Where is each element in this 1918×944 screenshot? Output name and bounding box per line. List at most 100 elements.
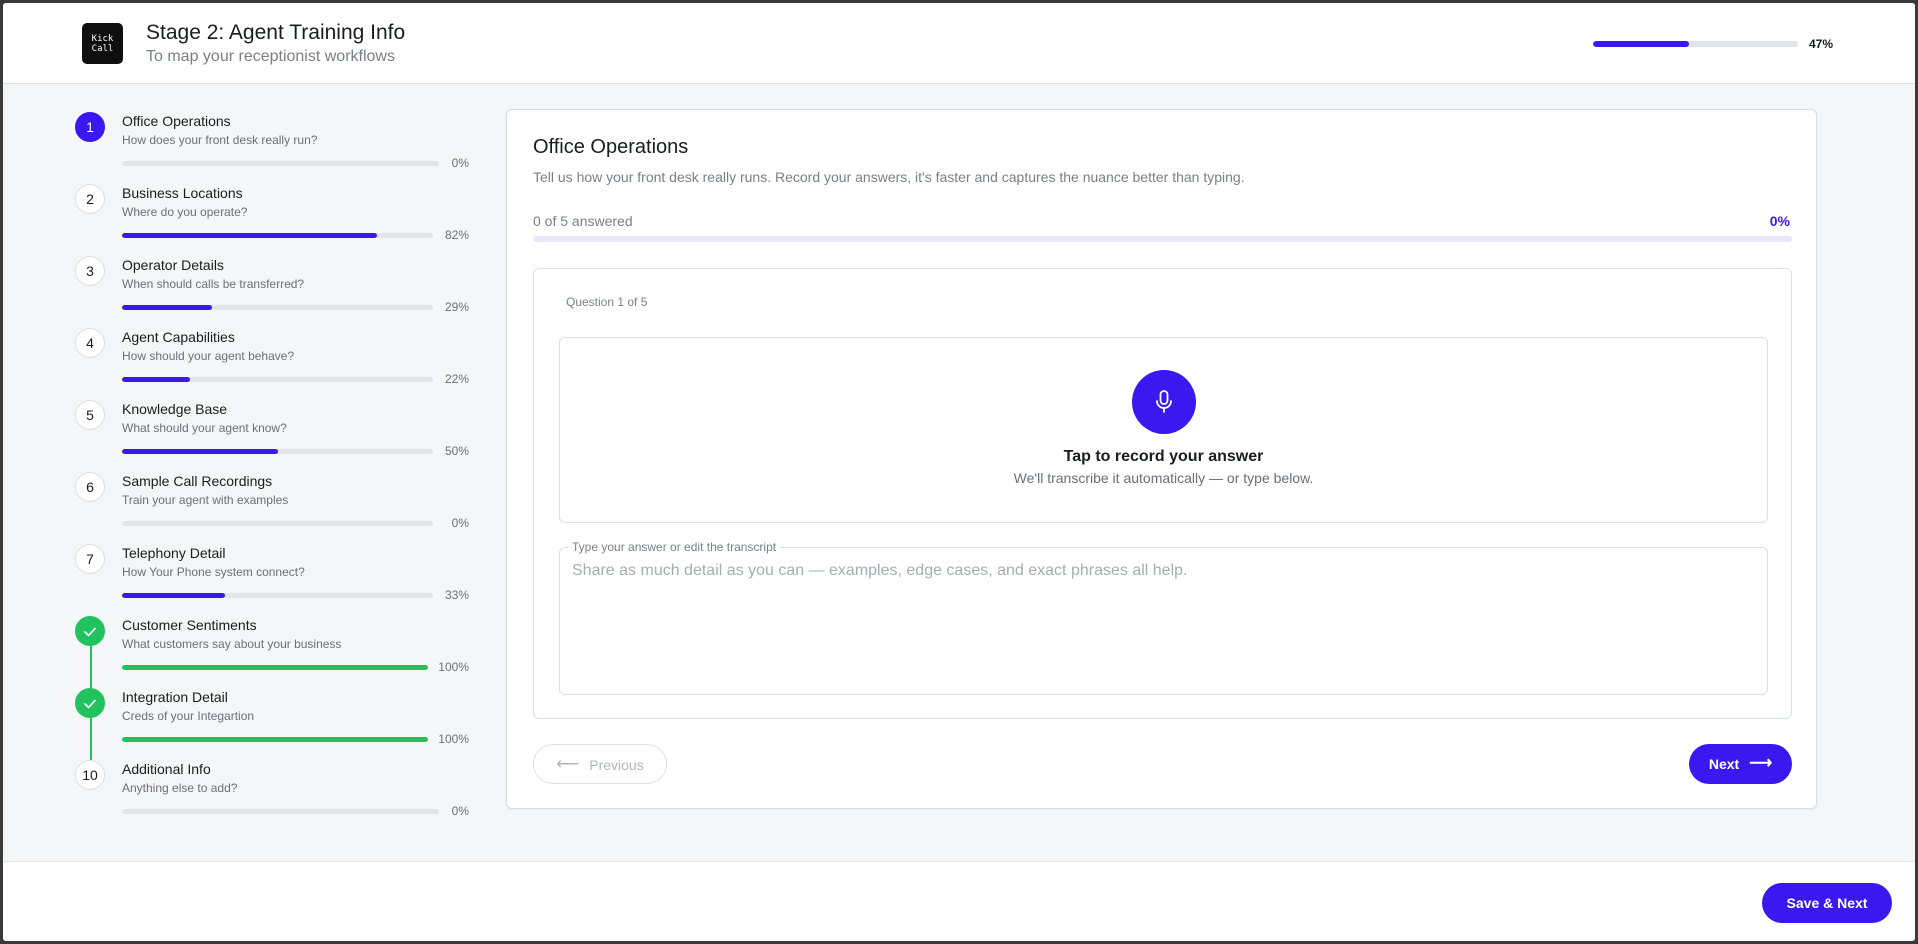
step-progress-bar — [122, 377, 433, 382]
answered-count: 0 of 5 answered — [533, 213, 633, 229]
step-progress-label: 50% — [444, 444, 469, 458]
record-button[interactable] — [1132, 370, 1196, 434]
step-description: What should your agent know? — [122, 421, 287, 435]
step-progress-label: 82% — [444, 228, 469, 242]
step-name: Additional Info — [122, 761, 211, 777]
page-title: Stage 2: Agent Training Info — [146, 21, 406, 44]
save-and-next-button[interactable]: Save & Next — [1762, 883, 1892, 923]
step-progress-bar — [122, 737, 428, 742]
step-description: Creds of your Integartion — [122, 709, 255, 723]
answer-field-wrapper: Type your answer or edit the transcript — [559, 540, 1768, 695]
app-window: Kick Call Stage 2: Agent Training Info T… — [3, 3, 1915, 941]
question-box: Question 1 of 5 Tap to record your answe… — [533, 268, 1792, 719]
step-item-3[interactable]: 3 Operator Details When should calls be tr… — [3, 256, 483, 328]
step-progress-fill — [122, 593, 225, 598]
page-footer: Save & Next — [3, 861, 1915, 941]
step-item-7[interactable]: 7 Telephony Detail How Your Phone system c… — [3, 544, 483, 616]
step-progress-label: 0% — [451, 516, 469, 530]
step-progress-label: 33% — [444, 588, 469, 602]
step-name: Telephony Detail — [122, 545, 226, 561]
next-button[interactable]: Next ⟶ — [1689, 744, 1792, 784]
step-name: Business Locations — [122, 185, 243, 201]
step-progress-bar — [122, 809, 439, 814]
step-description: How should your agent behave? — [122, 349, 295, 363]
record-area: Tap to record your answer We'll transcri… — [559, 337, 1768, 523]
page-header: Kick Call Stage 2: Agent Training Info T… — [3, 3, 1915, 84]
answer-field-label: Type your answer or edit the transcript — [568, 540, 781, 554]
previous-label: Previous — [589, 756, 644, 773]
step-description: How Your Phone system connect? — [122, 565, 305, 579]
step-progress-label: 100% — [438, 660, 469, 674]
step-description: Train your agent with examples — [122, 493, 289, 507]
step-item-2[interactable]: 2 Business Locations Where do you operate?… — [3, 184, 483, 256]
step-connector — [90, 646, 92, 688]
logo-text-line2: Call — [91, 44, 114, 54]
step-item-4[interactable]: 4 Agent Capabilities How should your agent… — [3, 328, 483, 400]
step-number: 5 — [75, 400, 105, 430]
step-progress-label: 0% — [451, 156, 469, 170]
step-progress-fill — [122, 665, 428, 670]
step-number: 2 — [75, 184, 105, 214]
step-item-10[interactable]: 10 Additional Info Anything else to add? 0% — [3, 760, 483, 832]
step-item-1[interactable]: 1 Office Operations How does your front de… — [3, 112, 483, 184]
arrow-left-icon: ⟵ — [556, 755, 580, 773]
microphone-icon — [1156, 390, 1172, 413]
section-description: Tell us how your front desk really runs.… — [533, 169, 1245, 185]
step-progress-bar — [122, 449, 433, 454]
check-icon — [75, 688, 105, 718]
question-card: Office Operations Tell us how your front… — [506, 109, 1817, 809]
step-name: Operator Details — [122, 257, 224, 273]
step-progress-bar — [122, 665, 428, 670]
step-progress-fill — [122, 377, 191, 382]
step-item-8[interactable]: Customer Sentiments What customers say ab… — [3, 616, 483, 688]
step-name: Integration Detail — [122, 689, 228, 705]
step-number: 1 — [75, 112, 105, 142]
step-progress-bar — [122, 521, 433, 526]
page-subtitle: To map your receptionist workflows — [146, 48, 395, 65]
step-progress-label: 100% — [438, 732, 469, 746]
overall-progress-bar — [1593, 41, 1798, 47]
step-name: Sample Call Recordings — [122, 473, 273, 489]
step-name: Knowledge Base — [122, 401, 228, 417]
section-title: Office Operations — [533, 136, 689, 158]
step-progress-label: 29% — [444, 300, 469, 314]
step-connector — [90, 718, 92, 760]
step-progress-label: 22% — [444, 372, 469, 386]
step-progress-label: 0% — [451, 804, 469, 818]
step-item-5[interactable]: 5 Knowledge Base What should your agent kn… — [3, 400, 483, 472]
step-number: 6 — [75, 472, 105, 502]
step-progress-bar — [122, 233, 433, 238]
step-number: 7 — [75, 544, 105, 574]
answer-textarea[interactable] — [572, 562, 1752, 682]
step-description: Where do you operate? — [122, 205, 248, 219]
step-item-9[interactable]: Integration Detail Creds of your Integart… — [3, 688, 483, 760]
arrow-right-icon: ⟶ — [1749, 755, 1773, 772]
record-hint: We'll transcribe it automatically — or t… — [1013, 470, 1314, 486]
step-name: Customer Sentiments — [122, 617, 257, 633]
logo-text-line1: Kick — [91, 34, 114, 44]
overall-progress-fill — [1593, 41, 1690, 47]
kickcall-logo: Kick Call — [82, 23, 123, 64]
step-progress-bar — [122, 161, 439, 166]
step-name: Office Operations — [122, 113, 231, 129]
step-number: 3 — [75, 256, 105, 286]
step-number: 10 — [75, 760, 105, 790]
step-item-6[interactable]: 6 Sample Call Recordings Train your agent … — [3, 472, 483, 544]
next-label: Next — [1708, 756, 1740, 772]
step-progress-fill — [122, 449, 278, 454]
step-progress-fill — [122, 305, 213, 310]
step-progress-bar — [122, 305, 433, 310]
step-progress-fill — [122, 233, 378, 238]
previous-button[interactable]: ⟵ Previous — [533, 744, 667, 784]
step-description: Anything else to add? — [122, 781, 238, 795]
overall-progress-label: 47% — [1809, 37, 1834, 51]
step-description: When should calls be transferred? — [122, 277, 305, 291]
step-description: How does your front desk really run? — [122, 133, 318, 147]
answered-percent: 0% — [1769, 213, 1790, 229]
step-progress-bar — [122, 593, 433, 598]
step-number: 4 — [75, 328, 105, 358]
record-title: Tap to record your answer — [1063, 448, 1264, 465]
step-progress-fill — [122, 737, 428, 742]
step-description: What customers say about your business — [122, 637, 342, 651]
question-number: Question 1 of 5 — [566, 295, 648, 309]
